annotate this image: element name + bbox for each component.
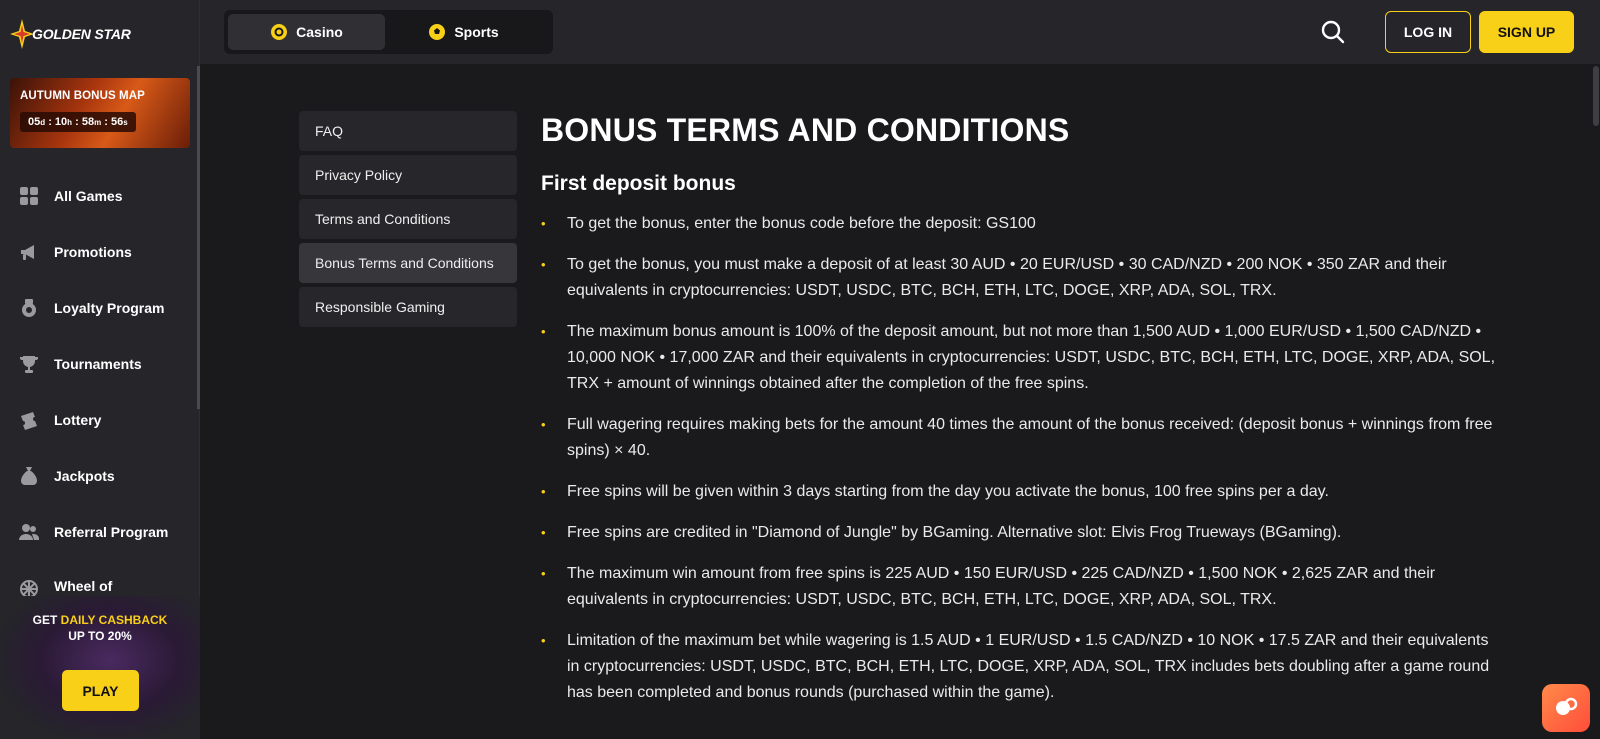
main-content: BONUS TERMS AND CONDITIONS First deposit…	[541, 108, 1501, 721]
nav-item-loyalty[interactable]: Loyalty Program	[0, 280, 197, 336]
promo-title: AUTUMN BONUS MAP	[20, 90, 145, 102]
tab-label: Casino	[296, 24, 343, 40]
main-scrollbar-thumb[interactable]	[1593, 66, 1599, 126]
nav-item-referral[interactable]: Referral Program	[0, 504, 197, 560]
header: Casino Sports LOG IN SIGN UP	[200, 0, 1600, 64]
main-scrollbar[interactable]	[1592, 64, 1600, 739]
list-item: Limitation of the maximum bet while wage…	[541, 628, 1501, 706]
nav-item-jackpots[interactable]: Jackpots	[0, 448, 197, 504]
money-bag-icon	[18, 465, 40, 487]
medal-icon	[18, 297, 40, 319]
login-button[interactable]: LOG IN	[1385, 11, 1471, 53]
ticket-icon	[18, 409, 40, 431]
trophy-icon	[18, 353, 40, 375]
nav-label: Promotions	[54, 244, 132, 260]
timer-minutes: 58	[81, 116, 95, 128]
info-menu-privacy[interactable]: Privacy Policy	[299, 155, 517, 195]
nav-item-wheel[interactable]: Wheel of Fortune	[0, 560, 197, 600]
list-item: Free spins will be given within 3 days s…	[541, 479, 1501, 505]
casino-chip-icon	[271, 24, 288, 40]
search-icon	[1321, 20, 1345, 44]
chat-button[interactable]	[1542, 684, 1590, 732]
list-item: Free spins are credited in "Diamond of J…	[541, 520, 1501, 546]
page-title: BONUS TERMS AND CONDITIONS	[541, 112, 1070, 148]
promo-timer: 05 d : 10 h : 58 m : 56 s	[20, 112, 136, 132]
megaphone-icon	[18, 241, 40, 263]
brand-name: GOLDEN STAR	[32, 26, 131, 42]
nav-item-promotions[interactable]: Promotions	[0, 224, 197, 280]
chat-icon	[1556, 697, 1578, 715]
nav-label: Jackpots	[54, 468, 115, 484]
section-title: First deposit bonus	[541, 172, 736, 195]
info-menu-terms[interactable]: Terms and Conditions	[299, 199, 517, 239]
nav-label: Loyalty Program	[54, 300, 165, 316]
info-menu-faq[interactable]: FAQ	[299, 111, 517, 151]
signup-button[interactable]: SIGN UP	[1479, 11, 1574, 53]
list-item: To get the bonus, you must make a deposi…	[541, 252, 1501, 304]
main-nav: All Games Promotions Loyalty Program Tou…	[0, 168, 197, 600]
sidebar-scrollbar[interactable]	[197, 66, 200, 409]
cashback-line2: UP TO 20%	[68, 629, 132, 643]
star-icon	[10, 19, 34, 49]
users-icon	[18, 521, 40, 543]
nav-item-lottery[interactable]: Lottery	[0, 392, 197, 448]
list-item: To get the bonus, enter the bonus code b…	[541, 211, 1501, 237]
sidebar: GOLDEN STAR AUTUMN BONUS MAP 05 d : 10 h :…	[0, 0, 200, 739]
nav-item-all-games[interactable]: All Games	[0, 168, 197, 224]
nav-item-tournaments[interactable]: Tournaments	[0, 336, 197, 392]
soccer-ball-icon	[429, 24, 446, 40]
list-item: Full wagering requires making bets for t…	[541, 412, 1501, 464]
tab-label: Sports	[454, 24, 499, 40]
timer-hours: 10	[54, 116, 68, 128]
timer-seconds: 56	[111, 116, 124, 128]
tab-casino[interactable]: Casino	[228, 14, 385, 50]
cashback-promo: GET DAILY CASHBACK UP TO 20% PLAY	[0, 596, 200, 739]
nav-label: All Games	[54, 188, 123, 204]
tab-sports[interactable]: Sports	[385, 14, 542, 50]
info-menu-bonus-terms[interactable]: Bonus Terms and Conditions	[299, 243, 517, 283]
nav-label: Tournaments	[54, 356, 142, 372]
nav-label: Referral Program	[54, 524, 169, 540]
info-menu: FAQ Privacy Policy Terms and Conditions …	[299, 111, 517, 331]
timer-days: 05	[28, 116, 41, 128]
grid-icon	[18, 185, 40, 207]
cashback-line1: GET DAILY CASHBACK	[32, 613, 168, 627]
list-item: The maximum win amount from free spins i…	[541, 561, 1501, 613]
nav-label: Lottery	[54, 412, 102, 428]
promo-banner[interactable]: AUTUMN BONUS MAP 05 d : 10 h : 58 m : 56 s	[10, 78, 190, 148]
info-menu-responsible[interactable]: Responsible Gaming	[299, 287, 517, 327]
search-button[interactable]	[1320, 19, 1346, 45]
product-tabs: Casino Sports	[224, 10, 553, 54]
logo[interactable]: GOLDEN STAR	[10, 12, 131, 56]
play-button[interactable]: PLAY	[62, 670, 139, 711]
list-item: The maximum bonus amount is 100% of the …	[541, 319, 1501, 397]
rules-list: To get the bonus, enter the bonus code b…	[541, 211, 1501, 706]
